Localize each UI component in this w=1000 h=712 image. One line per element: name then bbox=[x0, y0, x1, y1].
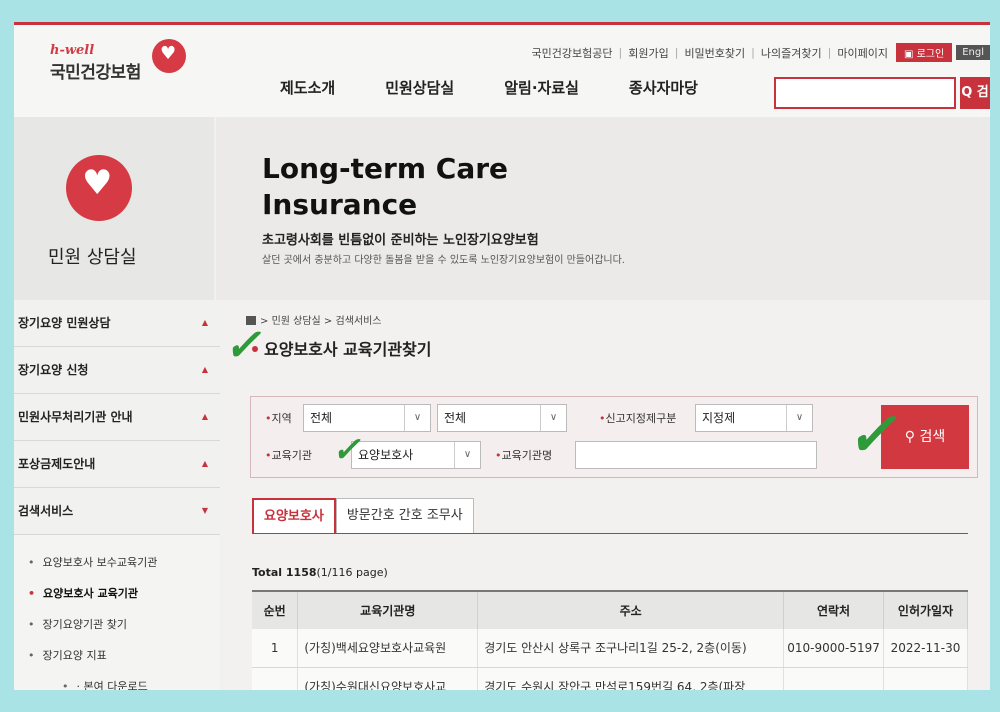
type-select[interactable]: 요양보호사 ∨ bbox=[351, 441, 481, 469]
chevron-up-icon: ▲ bbox=[201, 318, 208, 327]
banner-subtitle: 초고령사회를 빈틈없이 준비하는 노인장기요양보험 bbox=[262, 233, 539, 248]
search-icon: ⚲ bbox=[904, 429, 920, 445]
util-link-nhis[interactable]: 국민건강보험공단 bbox=[532, 45, 613, 61]
cell-date: 2022-11-30 bbox=[883, 629, 968, 668]
institution-name-input[interactable] bbox=[575, 441, 817, 469]
submenu-item-training[interactable]: 요양보호사 교육기관 bbox=[28, 578, 220, 609]
region-label: 지역 bbox=[265, 410, 292, 426]
nav-workers[interactable]: 종사자마당 bbox=[629, 77, 698, 98]
submenu-item-download[interactable]: · 본여 다운로드 bbox=[28, 671, 220, 690]
english-button[interactable]: Engl bbox=[956, 45, 990, 60]
name-label: 교육기관명 bbox=[495, 447, 553, 463]
cell-date bbox=[883, 667, 968, 690]
chevron-down-icon: ∨ bbox=[404, 405, 430, 431]
util-link-mypage[interactable]: 마이페이지 bbox=[837, 45, 888, 61]
tab-underline bbox=[252, 533, 968, 534]
heart-icon bbox=[66, 155, 132, 221]
section-title: 민원 상담실 bbox=[48, 247, 137, 268]
submenu-item-facility[interactable]: 장기요양기관 찾기 bbox=[28, 609, 220, 640]
col-header-date: 인허가일자 bbox=[883, 590, 968, 629]
sidebar-item-ltc-apply[interactable]: 장기요양 신청 ▲ bbox=[14, 347, 220, 394]
section-visual: 민원 상담실 bbox=[14, 117, 214, 300]
tab-nursing-assistant[interactable]: 방문간호 간호 조무사 bbox=[335, 498, 474, 534]
chevron-down-icon: ∨ bbox=[786, 405, 812, 431]
table-row[interactable]: 1 (가칭)백세요양보호사교육원 경기도 안산시 상록구 조구나리1길 25-2… bbox=[252, 629, 968, 668]
cell-name[interactable]: (가칭)백세요양보호사교육원 bbox=[297, 629, 479, 668]
lock-icon: ▣ bbox=[903, 49, 917, 60]
sidebar-item-reward[interactable]: 포상금제도안내 ▲ bbox=[14, 441, 220, 488]
chevron-down-icon: ▼ bbox=[201, 506, 208, 515]
sidebar-item-ltc-consult[interactable]: 장기요양 민원상담 ▲ bbox=[14, 300, 220, 347]
nav-notice[interactable]: 알림·자료실 bbox=[504, 77, 579, 98]
table-header-row: 순번 교육기관명 주소 연락처 인허가일자 bbox=[252, 590, 968, 629]
result-total: Total 1158(1/116 page) bbox=[252, 566, 388, 579]
col-header-no: 순번 bbox=[252, 590, 299, 629]
tab-bar: 요양보호사 방문간호 간호 조무사 bbox=[252, 498, 474, 534]
browser-screen: h-well 국민건강보험 국민건강보험공단| 회원가입| 비밀번호찾기| 나의… bbox=[14, 22, 990, 690]
check-mark-icon: ✓ bbox=[846, 400, 897, 470]
banner-description: 살던 곳에서 충분하고 다양한 돌봄을 받을 수 있도록 노인장기요양보험이 만… bbox=[262, 255, 625, 266]
site-header: h-well 국민건강보험 국민건강보험공단| 회원가입| 비밀번호찾기| 나의… bbox=[14, 22, 990, 117]
page-title: 요양보호사 교육기관찾기 bbox=[252, 336, 432, 360]
col-header-name: 교육기관명 bbox=[297, 590, 479, 629]
cell-phone: 010-9000-5197 bbox=[783, 629, 885, 668]
sidebar-item-office-guide[interactable]: 민원사무처리기관 안내 ▲ bbox=[14, 394, 220, 441]
designation-select[interactable]: 지정제 ∨ bbox=[695, 404, 813, 432]
sidebar-item-search-service[interactable]: 검색서비스 ▼ bbox=[14, 488, 220, 535]
cell-no: 1 bbox=[252, 629, 299, 668]
sidebar-submenu: 요양보호사 보수교육기관 요양보호사 교육기관 장기요양기관 찾기 장기요양 지… bbox=[14, 535, 220, 690]
chevron-up-icon: ▲ bbox=[201, 459, 208, 468]
main-banner: Long-term Care Insurance 초고령사회를 빈틈없이 준비하… bbox=[216, 117, 990, 300]
nav-system-intro[interactable]: 제도소개 bbox=[280, 77, 335, 98]
results-table: 순번 교육기관명 주소 연락처 인허가일자 1 (가칭)백세요양보호사교육원 경… bbox=[252, 590, 968, 690]
util-link-favorites[interactable]: 나의즐겨찾기 bbox=[761, 45, 822, 61]
breadcrumb-item[interactable]: 검색서비스 bbox=[336, 316, 382, 327]
utility-links: 국민건강보험공단 | 회원가입 | 비밀번호찾기 | 나의즐겨찾기 | 마이페이지 ▣ … bbox=[532, 43, 990, 62]
region-select-1[interactable]: 전체 ∨ bbox=[303, 404, 431, 432]
breadcrumb-item[interactable]: 민원 상담실 bbox=[272, 316, 321, 327]
sidebar: 장기요양 민원상담 ▲ 장기요양 신청 ▲ 민원사무처리기관 안내 ▲ 포상금제도안내… bbox=[14, 300, 220, 690]
col-header-phone: 연락처 bbox=[783, 590, 885, 629]
designation-label: 신고지정제구분 bbox=[599, 410, 677, 426]
site-logo[interactable]: h-well 국민건강보험 bbox=[50, 43, 141, 83]
heart-logo-icon bbox=[152, 39, 186, 73]
chevron-down-icon: ∨ bbox=[454, 442, 480, 468]
cell-address: 경기도 안산시 상록구 조구나리1길 25-2, 2층(이동) bbox=[477, 629, 785, 668]
util-link-join[interactable]: 회원가입 bbox=[628, 45, 668, 61]
col-header-address: 주소 bbox=[477, 590, 785, 629]
global-search-input[interactable] bbox=[774, 77, 956, 109]
banner-title: Long-term Care Insurance bbox=[262, 152, 509, 221]
table-row[interactable]: (가칭)수원대신요양보호사교 경기도 수원시 장안구 만석로159번길 64, … bbox=[252, 667, 968, 690]
breadcrumb: > 민원 상담실 > 검색서비스 bbox=[246, 312, 382, 327]
chevron-down-icon: ∨ bbox=[540, 405, 566, 431]
global-search-button[interactable]: Q 검 bbox=[960, 77, 990, 109]
cell-address: 경기도 수원시 장안구 만석로159번길 64, 2층(파장 bbox=[477, 667, 785, 690]
cell-name[interactable]: (가칭)수원대신요양보호사교 bbox=[297, 667, 479, 690]
chevron-up-icon: ▲ bbox=[201, 412, 208, 421]
nav-consultation[interactable]: 민원상담실 bbox=[385, 77, 454, 98]
chevron-up-icon: ▲ bbox=[201, 365, 208, 374]
logo-text: 국민건강보험 bbox=[50, 63, 141, 83]
region-select-2[interactable]: 전체 ∨ bbox=[437, 404, 567, 432]
type-label: 교육기관 bbox=[265, 447, 312, 463]
util-link-find-password[interactable]: 비밀번호찾기 bbox=[684, 45, 745, 61]
check-mark-icon: ✓ bbox=[224, 320, 261, 371]
tab-caregiver[interactable]: 요양보호사 bbox=[252, 498, 336, 534]
check-mark-icon: ✓ bbox=[332, 430, 361, 470]
cell-no bbox=[252, 667, 299, 690]
submenu-item-refresher[interactable]: 요양보호사 보수교육기관 bbox=[28, 547, 220, 578]
main-nav: 제도소개 민원상담실 알림·자료실 종사자마당 bbox=[280, 77, 698, 98]
submenu-item-indicator[interactable]: 장기요양 지표 bbox=[28, 640, 220, 671]
cell-phone bbox=[783, 667, 885, 690]
login-button[interactable]: ▣ 로그인 bbox=[895, 43, 953, 62]
logo-subtext: h-well bbox=[50, 43, 95, 58]
